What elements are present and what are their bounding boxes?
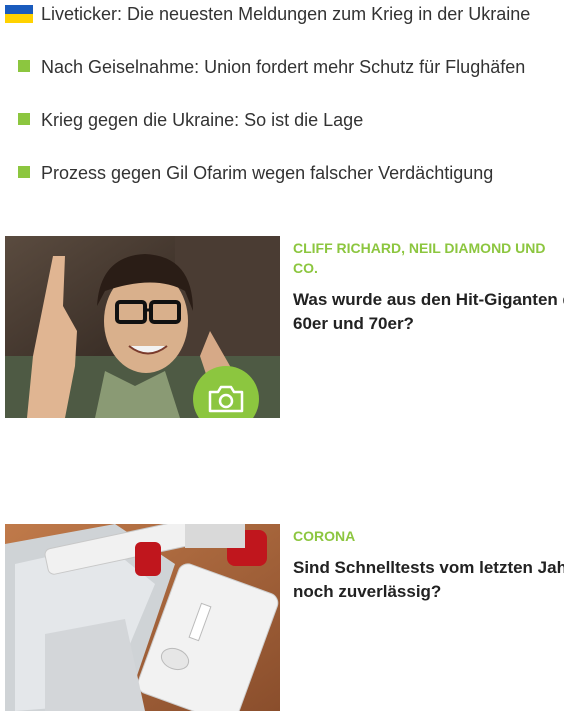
bullet-icon: [18, 60, 30, 72]
teaser-image[interactable]: [5, 236, 280, 418]
teaser-kicker: CORONA: [293, 528, 356, 544]
ukraine-flag-icon: [5, 5, 33, 23]
camera-icon: [208, 385, 244, 413]
ticker-item-krieg-lage[interactable]: Krieg gegen die Ukraine: So ist die Lage: [0, 107, 564, 135]
ticker-item-ofarim[interactable]: Prozess gegen Gil Ofarim wegen falscher …: [0, 160, 564, 188]
teaser-headline[interactable]: Was wurde aus den Hit-Giganten der 60er …: [293, 288, 564, 336]
teaser-headline[interactable]: Sind Schnelltests vom letzten Jahr noch …: [293, 556, 564, 604]
teaser-kicker: CLIFF RICHARD, NEIL DIAMOND UND CO.: [293, 240, 546, 276]
ticker-item-label: Prozess gegen Gil Ofarim wegen falscher …: [41, 163, 494, 183]
teaser-hit-giganten[interactable]: CLIFF RICHARD, NEIL DIAMOND UND CO. Was …: [5, 236, 564, 436]
bullet-icon: [18, 113, 30, 125]
ticker-item-geiselnahme[interactable]: Nach Geiselnahme: Union fordert mehr Sch…: [0, 54, 564, 82]
teaser-schnelltests[interactable]: CORONA Sind Schnelltests vom letzten Jah…: [5, 524, 564, 711]
ticker-item-label: Krieg gegen die Ukraine: So ist die Lage: [41, 110, 364, 130]
bullet-icon: [18, 166, 30, 178]
ticker-item-label: Liveticker: Die neuesten Meldungen zum K…: [41, 4, 531, 24]
ticker-item-ukraine-liveticker[interactable]: Liveticker: Die neuesten Meldungen zum K…: [0, 1, 564, 29]
teaser-image[interactable]: [5, 524, 280, 711]
ticker-item-label: Nach Geiselnahme: Union fordert mehr Sch…: [41, 57, 526, 77]
page: Liveticker: Die neuesten Meldungen zum K…: [0, 0, 564, 711]
teaser-photo-rapid-test: [5, 524, 280, 711]
